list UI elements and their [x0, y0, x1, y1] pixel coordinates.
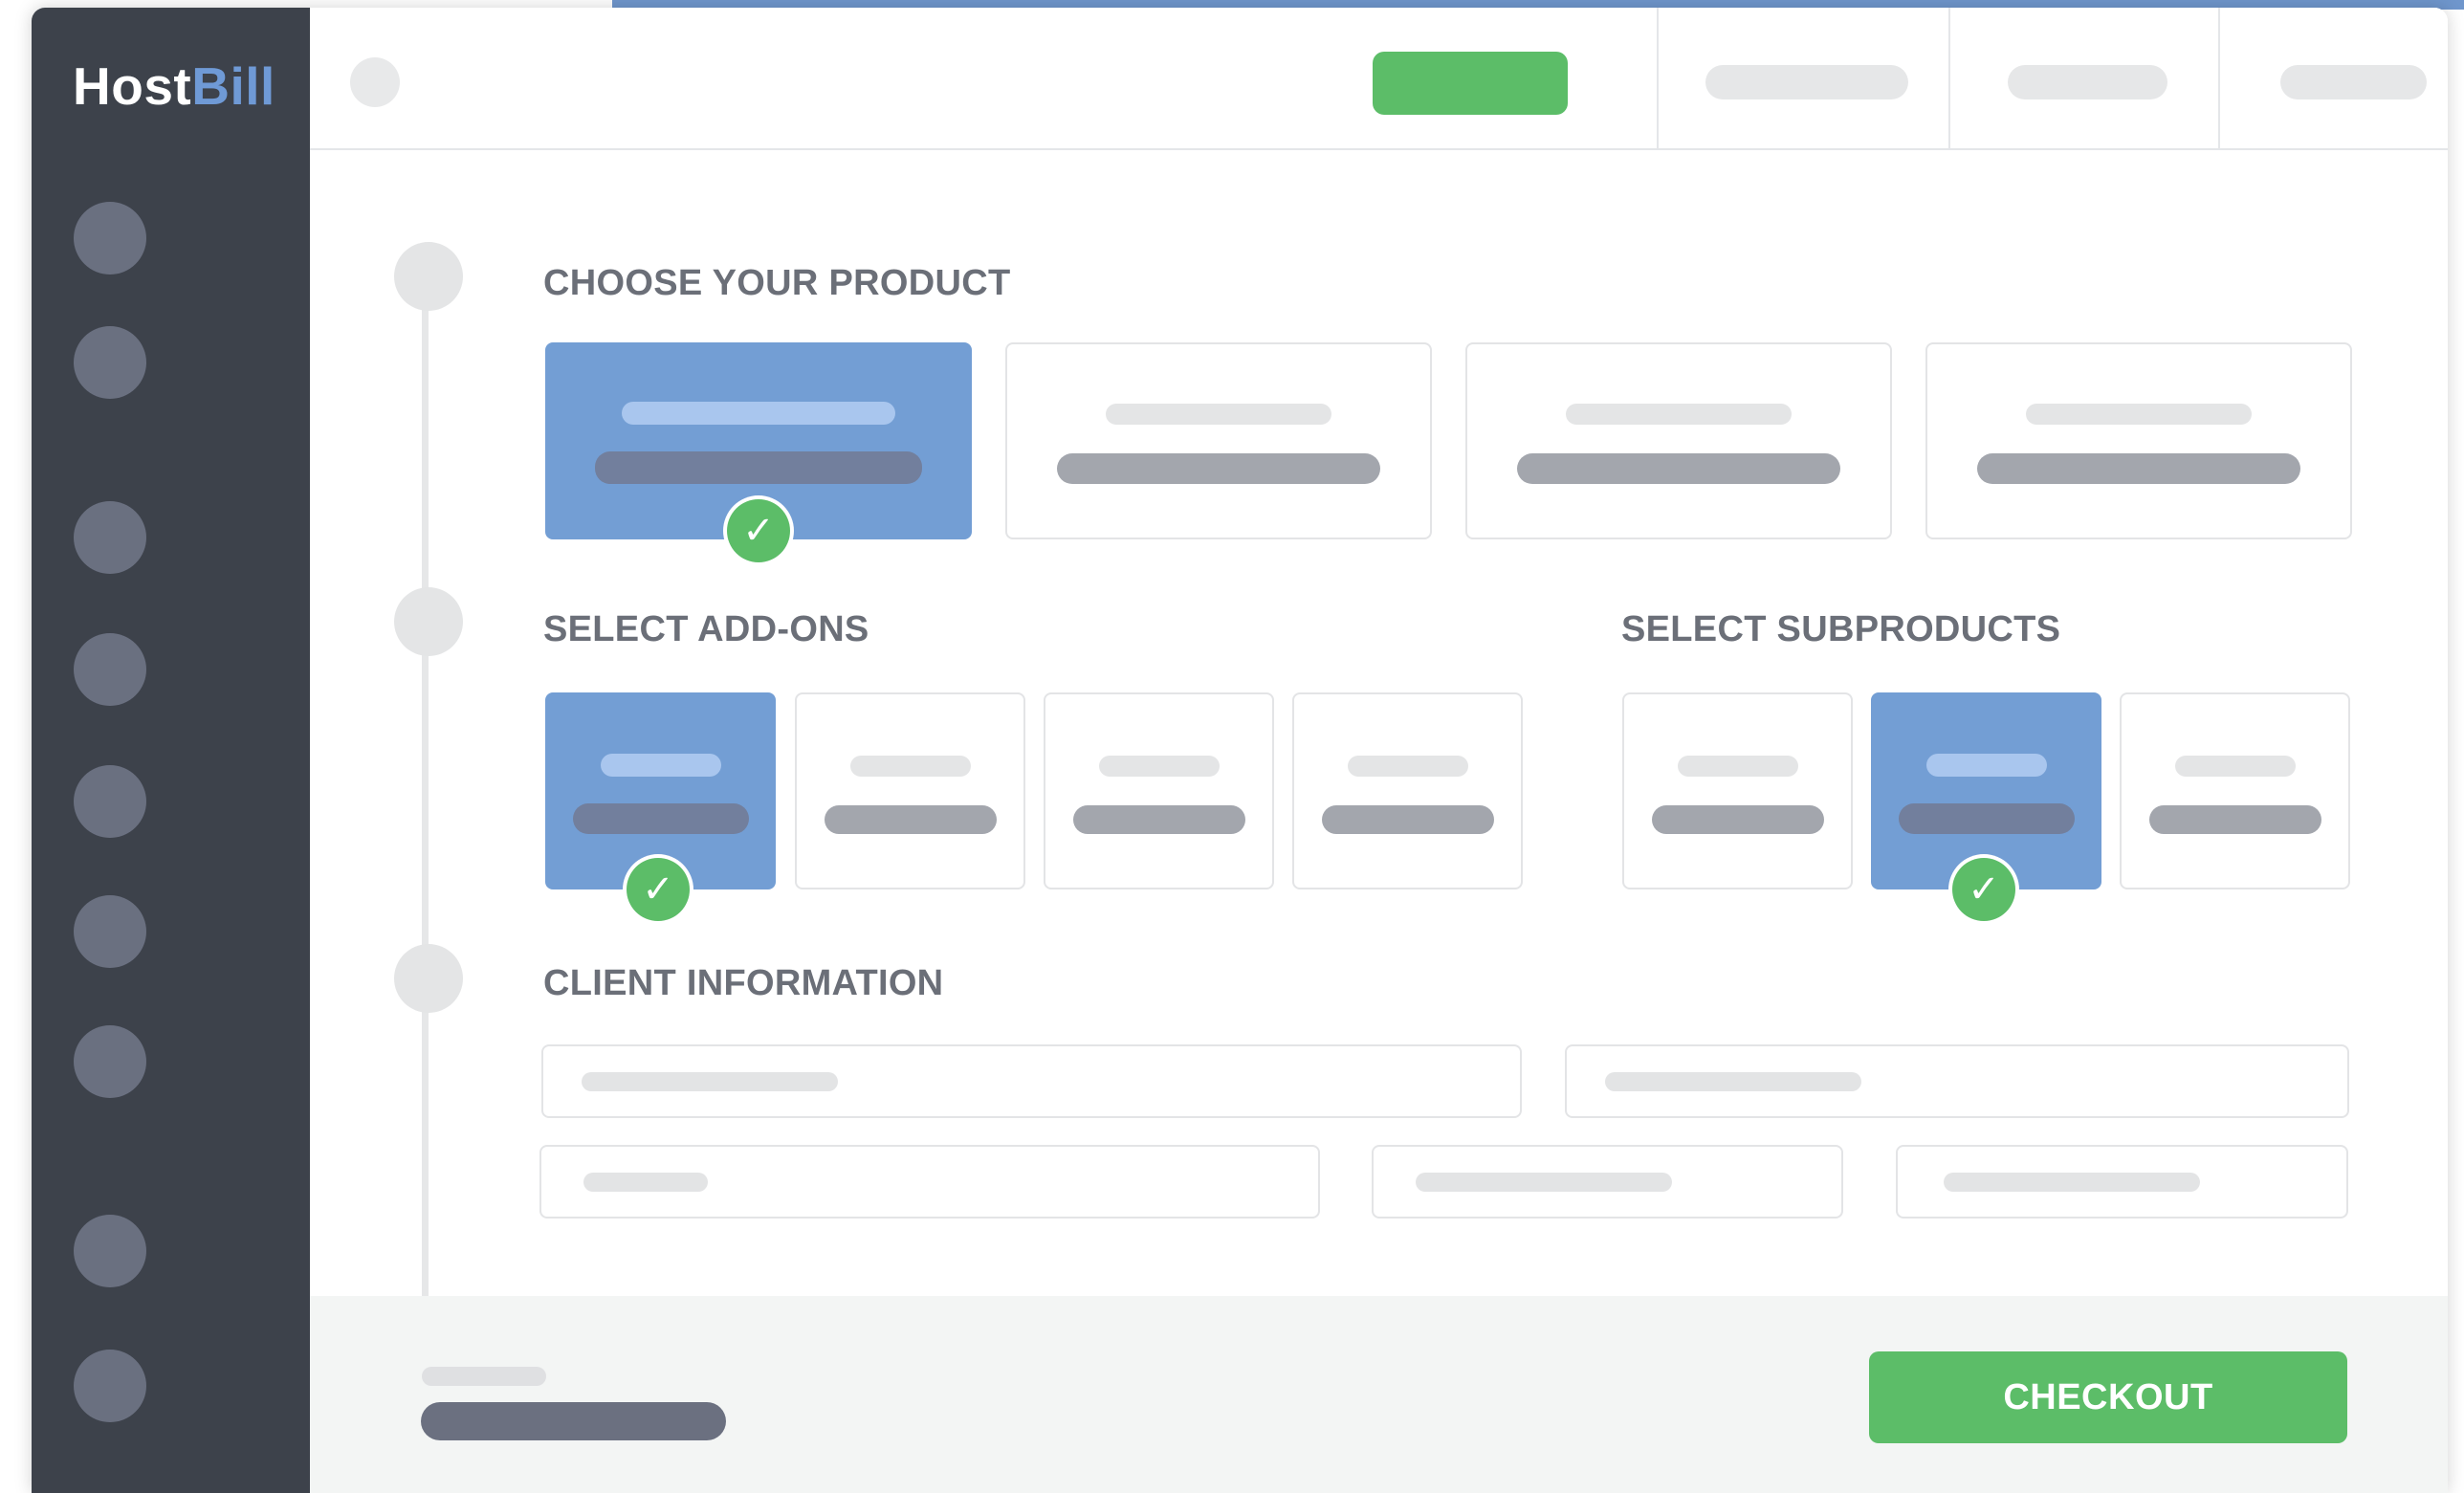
card-title-placeholder: [1925, 754, 2047, 777]
input-placeholder: [1605, 1071, 1861, 1091]
client-input-field[interactable]: [541, 1044, 1522, 1118]
card-price-placeholder: [1651, 805, 1824, 834]
header-divider: [1948, 8, 1950, 148]
sidebar: HostBill: [32, 8, 310, 1493]
total-amount-placeholder: [421, 1402, 726, 1440]
header-divider: [2218, 8, 2220, 148]
logo-text-bill: Bill: [191, 56, 275, 116]
card-title-placeholder: [1106, 404, 1331, 425]
subproduct-card[interactable]: [2120, 692, 2350, 889]
card-title-placeholder: [2174, 756, 2296, 777]
card-price-placeholder: [2148, 805, 2321, 834]
client-input-field[interactable]: [1896, 1145, 2348, 1219]
product-card[interactable]: [1465, 342, 1892, 539]
check-icon: ✓: [1952, 858, 2015, 921]
sidebar-nav-icon[interactable]: [74, 1025, 146, 1098]
step-marker-client: [394, 944, 463, 1013]
card-price-placeholder: [572, 803, 749, 834]
section-title-addons: SELECT ADD-ONS: [543, 609, 869, 649]
app-window: HostBill CHOOSE YOUR PRODUCT ✓ SELECT AD…: [32, 8, 2448, 1493]
section-title-subproducts: SELECT SUBPRODUCTS: [1621, 609, 2061, 649]
input-placeholder: [583, 1172, 708, 1192]
check-icon: ✓: [627, 858, 690, 921]
hostbill-logo[interactable]: HostBill: [73, 55, 275, 117]
card-title-placeholder: [1677, 756, 1798, 777]
addon-card[interactable]: [1292, 692, 1523, 889]
order-form: CHOOSE YOUR PRODUCT ✓ SELECT ADD-ONS SEL…: [310, 150, 2448, 1298]
header-divider: [1657, 8, 1659, 148]
card-price-placeholder: [824, 805, 997, 834]
input-placeholder: [1944, 1172, 2200, 1192]
sidebar-nav-icon[interactable]: [74, 1215, 146, 1287]
steps-timeline: [422, 274, 429, 1298]
card-title-placeholder: [600, 754, 721, 777]
header-action-button[interactable]: [1373, 52, 1568, 115]
order-footer: CHECKOUT: [310, 1296, 2448, 1493]
total-label-placeholder: [422, 1367, 546, 1386]
card-title-placeholder: [849, 756, 971, 777]
sidebar-nav-icon[interactable]: [74, 765, 146, 838]
checkout-button[interactable]: CHECKOUT: [1869, 1351, 2347, 1443]
card-title-placeholder: [622, 402, 895, 425]
addon-card[interactable]: [1044, 692, 1274, 889]
addon-card[interactable]: [795, 692, 1025, 889]
step-marker-addons: [394, 587, 463, 656]
sidebar-nav-icon[interactable]: [74, 895, 146, 968]
header-menu-item[interactable]: [1705, 65, 1908, 99]
input-placeholder: [582, 1071, 838, 1091]
check-icon: ✓: [727, 499, 790, 562]
card-price-placeholder: [1057, 453, 1380, 484]
header-menu-item[interactable]: [2008, 65, 2167, 99]
top-header: [310, 8, 2448, 150]
card-price-placeholder: [1321, 805, 1494, 834]
card-price-placeholder: [1517, 453, 1840, 484]
step-marker-product: [394, 242, 463, 311]
card-price-placeholder: [595, 451, 922, 484]
client-input-field[interactable]: [539, 1145, 1320, 1219]
sidebar-nav-icon[interactable]: [74, 1350, 146, 1422]
card-title-placeholder: [1566, 404, 1792, 425]
card-price-placeholder: [1898, 803, 2075, 834]
card-price-placeholder: [1072, 805, 1245, 834]
subproduct-card[interactable]: [1622, 692, 1853, 889]
logo-text-host: Host: [73, 56, 192, 116]
section-title-product: CHOOSE YOUR PRODUCT: [543, 263, 1011, 303]
header-menu-item[interactable]: [2280, 65, 2427, 99]
card-title-placeholder: [1098, 756, 1220, 777]
card-price-placeholder: [1977, 453, 2300, 484]
section-title-client: CLIENT INFORMATION: [543, 963, 944, 1003]
sidebar-nav-icon[interactable]: [74, 501, 146, 574]
product-card[interactable]: [1005, 342, 1432, 539]
sidebar-nav-icon[interactable]: [74, 633, 146, 706]
product-card[interactable]: [1925, 342, 2352, 539]
header-avatar-placeholder[interactable]: [350, 57, 400, 107]
card-title-placeholder: [2026, 404, 2252, 425]
sidebar-nav-icon[interactable]: [74, 202, 146, 274]
client-input-field[interactable]: [1372, 1145, 1843, 1219]
card-title-placeholder: [1347, 756, 1468, 777]
input-placeholder: [1416, 1172, 1672, 1192]
sidebar-nav-icon[interactable]: [74, 326, 146, 399]
client-input-field[interactable]: [1565, 1044, 2349, 1118]
